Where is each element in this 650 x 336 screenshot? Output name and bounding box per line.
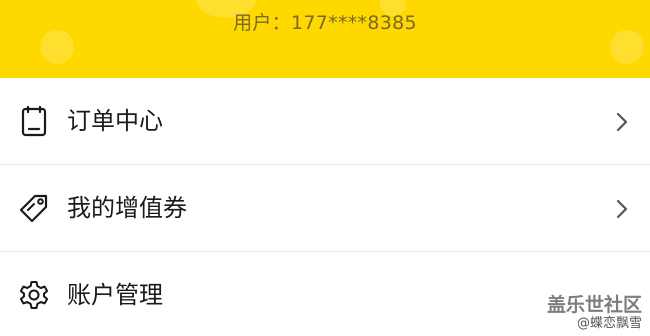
clipboard-icon: [18, 105, 50, 137]
account-menu: 订单中心 我的增值券 账户管理: [0, 78, 650, 336]
tag-icon: [18, 192, 50, 224]
menu-item-label: 订单中心: [67, 107, 163, 135]
account-header: 用户：177****8385: [0, 0, 650, 78]
menu-item-label: 我的增值券: [67, 194, 187, 222]
chevron-right-icon: [614, 111, 630, 133]
user-phone-label: 用户：177****8385: [233, 12, 417, 34]
menu-item-label: 账户管理: [67, 281, 163, 309]
decorative-bubble: [40, 30, 74, 64]
menu-item-my-coupons[interactable]: 我的增值券: [0, 165, 650, 252]
menu-item-account-management[interactable]: 账户管理: [0, 252, 650, 336]
chevron-right-icon: [614, 198, 630, 220]
account-page: 用户：177****8385 订单中心 我的增值券 账户管理 盖乐世社区 @蝶恋…: [0, 0, 650, 336]
gear-icon: [18, 279, 50, 311]
menu-item-order-center[interactable]: 订单中心: [0, 78, 650, 165]
decorative-bubble: [610, 30, 644, 64]
